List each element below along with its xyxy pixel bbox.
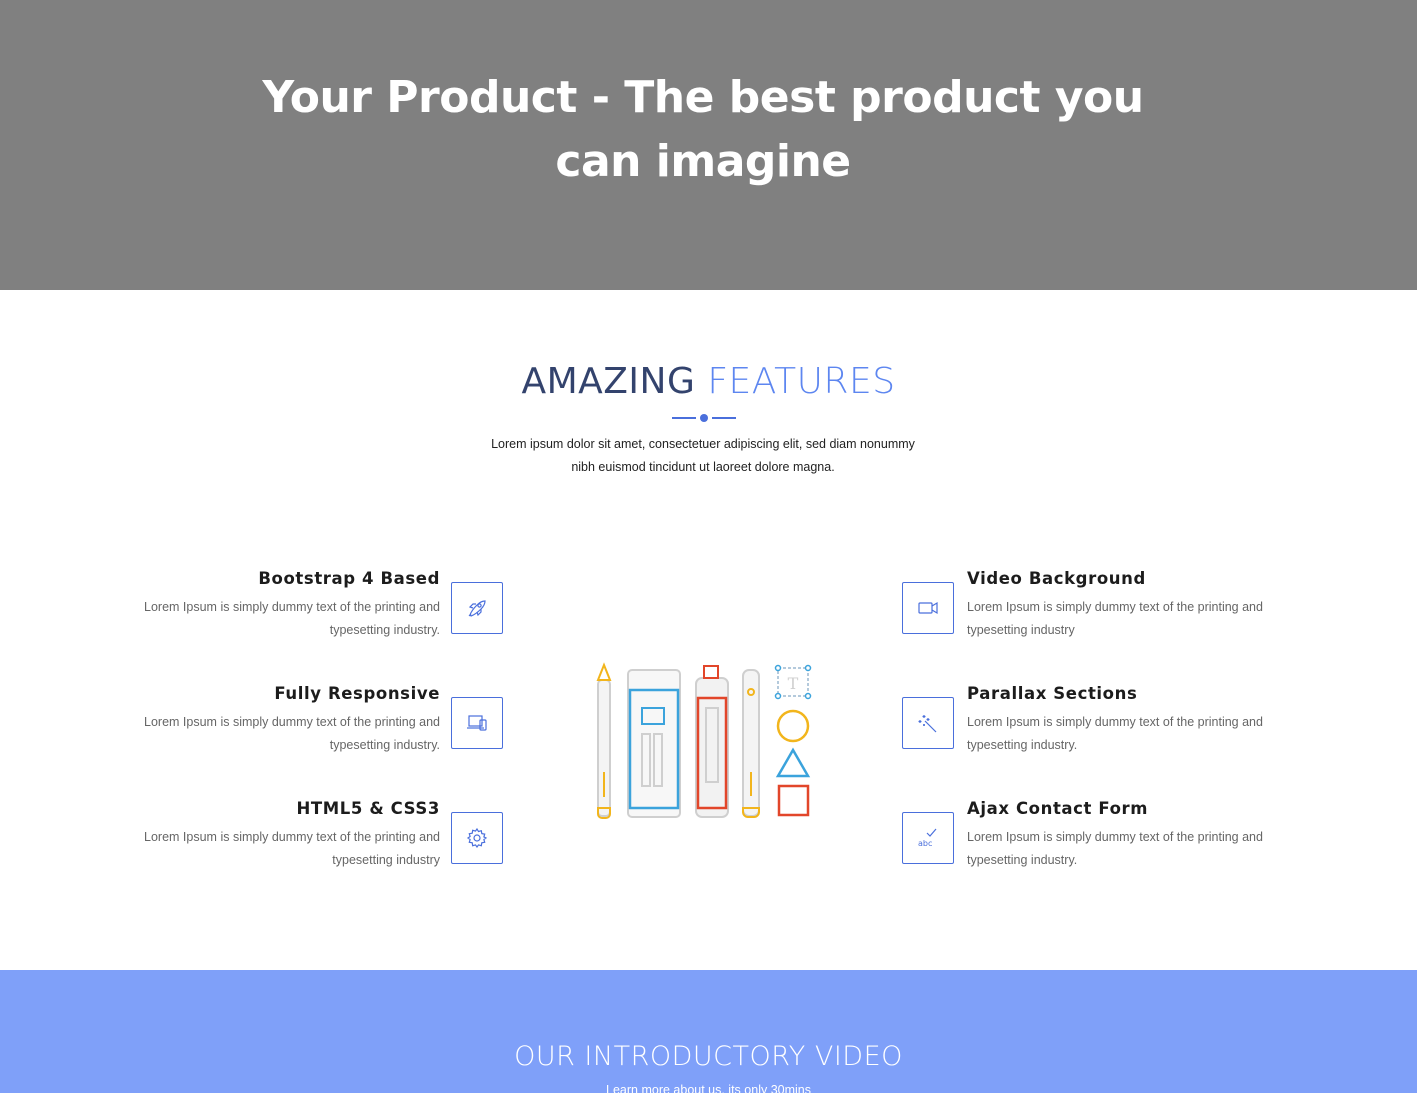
feature-title: HTML5 & CSS3: [296, 799, 440, 818]
feature-title: Fully Responsive: [274, 684, 440, 703]
feature-title: Video Background: [967, 569, 1146, 588]
design-tools-illustration: T: [596, 662, 812, 819]
devices-icon: [451, 697, 503, 749]
feature-parallax: Parallax Sections Lorem Ipsum is simply …: [967, 683, 1267, 757]
feature-text: Lorem Ipsum is simply dummy text of the …: [144, 600, 440, 637]
feature-responsive: Fully Responsive Lorem Ipsum is simply d…: [140, 683, 440, 757]
feature-text: Lorem Ipsum is simply dummy text of the …: [967, 715, 1263, 752]
features-description: Lorem ipsum dolor sit amet, consectetuer…: [491, 437, 915, 474]
magic-wand-icon: [902, 697, 954, 749]
feature-html5: HTML5 & CSS3 Lorem Ipsum is simply dummy…: [140, 798, 440, 872]
spellcheck-icon: abc: [902, 812, 954, 864]
hero-section: Your Product - The best product you can …: [0, 0, 1417, 290]
feature-title: Parallax Sections: [967, 684, 1138, 703]
feature-video-background: Video Background Lorem Ipsum is simply d…: [967, 568, 1267, 642]
rocket-icon: [451, 582, 503, 634]
features-section: AMAZING FEATURES Lorem ipsum dolor sit a…: [0, 290, 1417, 970]
features-title-part2: FEATURES: [707, 361, 896, 402]
video-camera-icon: [902, 582, 954, 634]
feature-title: Bootstrap 4 Based: [258, 569, 440, 588]
feature-text: Lorem Ipsum is simply dummy text of the …: [144, 715, 440, 752]
svg-text:T: T: [788, 674, 799, 693]
hero-title: Your Product - The best product you can …: [262, 72, 1144, 187]
feature-text: Lorem Ipsum is simply dummy text of the …: [144, 830, 440, 867]
video-subtitle: Learn more about us, its only 30mins: [606, 1083, 811, 1097]
feature-title: Ajax Contact Form: [967, 799, 1149, 818]
feature-bootstrap: Bootstrap 4 Based Lorem Ipsum is simply …: [140, 568, 440, 642]
feature-ajax-form: Ajax Contact Form Lorem Ipsum is simply …: [967, 798, 1267, 872]
features-title: AMAZING FEATURES: [0, 360, 1417, 404]
feature-text: Lorem Ipsum is simply dummy text of the …: [967, 830, 1263, 867]
video-section: OUR INTRODUCTORY VIDEO Learn more about …: [0, 970, 1417, 1097]
video-title: OUR INTRODUCTORY VIDEO: [514, 1041, 903, 1072]
gear-icon: [451, 812, 503, 864]
svg-text:abc: abc: [918, 839, 932, 848]
title-divider: [672, 414, 736, 422]
feature-text: Lorem Ipsum is simply dummy text of the …: [967, 600, 1263, 637]
features-title-part1: AMAZING: [521, 361, 696, 402]
